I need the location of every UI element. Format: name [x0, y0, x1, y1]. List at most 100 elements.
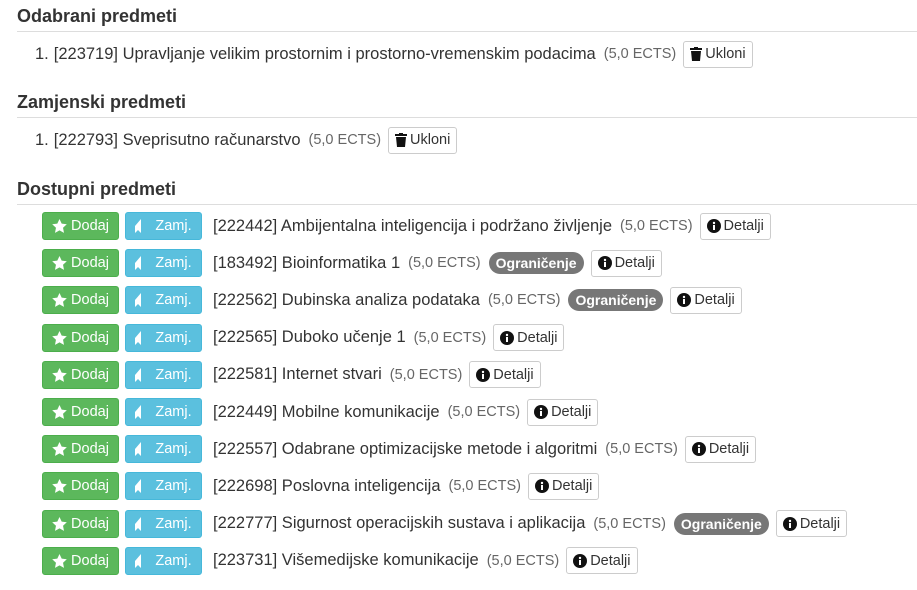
details-button-label: Detalji	[551, 404, 592, 420]
details-button-label: Detalji	[590, 552, 631, 569]
details-button[interactable]: Detalji	[528, 472, 600, 500]
swap-button-label: Zamj.	[155, 441, 192, 458]
add-button-label: Dodaj	[71, 515, 109, 532]
details-button[interactable]: Detalji	[684, 435, 757, 463]
swap-button[interactable]: Zamj.	[125, 509, 202, 538]
details-button-label: Detalji	[614, 255, 655, 272]
swap-button-label: Zamj.	[155, 404, 192, 420]
add-button[interactable]: Dodaj	[42, 398, 119, 426]
add-button[interactable]: Dodaj	[42, 323, 119, 352]
star-icon	[52, 442, 67, 457]
course-ects: (5,0 ECTS)	[603, 46, 677, 62]
details-button[interactable]: Detalji	[527, 398, 599, 426]
course-selection-page: Odabrani predmeti 1. [223719] Upravljanj…	[0, 0, 917, 590]
restriction-badge[interactable]: Ograničenje	[673, 512, 769, 535]
trash-icon	[395, 133, 408, 147]
details-button-label: Detalji	[723, 218, 764, 234]
swap-button[interactable]: Zamj.	[125, 286, 202, 315]
star-icon	[52, 516, 67, 531]
details-button-label: Detalji	[799, 515, 841, 532]
course-name: [222442] Ambijentalna inteligencija i po…	[213, 216, 613, 235]
available-course-row: Dodaj Zamj. [222777] Sigurnost operacijski…	[42, 509, 848, 538]
bookmark-icon	[135, 293, 142, 308]
add-button[interactable]: Dodaj	[42, 249, 119, 278]
available-course-row: Dodaj Zamj. [222581] Internet stvari (5,0 E…	[42, 360, 541, 389]
add-button[interactable]: Dodaj	[42, 509, 119, 538]
details-button[interactable]: Detalji	[566, 547, 638, 575]
bookmark-icon	[135, 516, 142, 531]
add-button[interactable]: Dodaj	[42, 546, 119, 575]
add-button[interactable]: Dodaj	[42, 212, 119, 240]
remove-button[interactable]: Ukloni	[683, 40, 753, 68]
course-ects: (5,0 ECTS)	[408, 255, 481, 272]
swap-button[interactable]: Zamj.	[125, 249, 202, 278]
add-button[interactable]: Dodaj	[42, 472, 119, 501]
swap-button-label: Zamj.	[155, 255, 192, 272]
available-course-row: Dodaj Zamj. [222449] Mobilne komunikacije (…	[42, 398, 599, 426]
available-course-row: Dodaj Zamj. [222557] Odabrane optimizacijs…	[42, 435, 757, 464]
details-button[interactable]: Detalji	[469, 361, 541, 389]
course-name: [222698] Poslovna inteligencija	[213, 476, 441, 495]
remove-button[interactable]: Ukloni	[388, 126, 458, 154]
details-button[interactable]: Detalji	[670, 286, 742, 314]
restriction-badge[interactable]: Ograničenje	[568, 289, 664, 312]
add-button[interactable]: Dodaj	[42, 286, 119, 315]
bookmark-icon	[135, 442, 142, 457]
star-icon	[52, 219, 67, 233]
trash-icon	[690, 47, 703, 61]
swap-button[interactable]: Zamj.	[125, 435, 202, 464]
add-button-label: Dodaj	[71, 478, 109, 495]
add-button[interactable]: Dodaj	[42, 435, 119, 464]
swap-button-label: Zamj.	[155, 329, 192, 346]
info-icon	[535, 479, 550, 494]
course-name: [222581] Internet stvari	[213, 365, 382, 384]
available-course-row: Dodaj Zamj. [222562] Dubinska analiza poda…	[42, 286, 742, 315]
swap-button-label: Zamj.	[155, 292, 192, 309]
star-icon	[52, 367, 67, 382]
available-course-row: Dodaj Zamj. [223731] Višemedijske komunika…	[42, 546, 638, 575]
add-button[interactable]: Dodaj	[42, 360, 119, 389]
star-icon	[52, 330, 67, 345]
list-number: 1.	[35, 44, 49, 63]
selected-course-row: 1. [223719] Upravljanje velikim prostorn…	[35, 40, 753, 68]
bookmark-icon	[135, 256, 142, 271]
star-icon	[52, 256, 67, 271]
swap-button[interactable]: Zamj.	[125, 360, 202, 389]
restriction-badge[interactable]: Ograničenje	[488, 252, 584, 275]
add-button-label: Dodaj	[71, 441, 109, 458]
selected-courses-title: Odabrani predmeti	[17, 6, 178, 26]
add-button-label: Dodaj	[71, 404, 109, 420]
available-courses-title: Dostupni predmeti	[17, 179, 177, 199]
bookmark-icon	[135, 405, 142, 419]
course-ects: (5,0 ECTS)	[605, 441, 678, 458]
info-icon	[691, 442, 706, 457]
available-course-row: Dodaj Zamj. [222698] Poslovna inteligencij…	[42, 472, 600, 501]
details-button[interactable]: Detalji	[775, 510, 848, 538]
bookmark-icon	[135, 219, 142, 233]
details-button[interactable]: Detalji	[590, 249, 662, 277]
course-ects: (5,0 ECTS)	[308, 132, 382, 148]
star-icon	[52, 293, 67, 308]
course-name: [222562] Dubinska analiza podataka	[213, 290, 480, 309]
course-ects: (5,0 ECTS)	[447, 404, 521, 420]
swap-button[interactable]: Zamj.	[125, 323, 202, 352]
info-icon	[476, 367, 491, 382]
bookmark-icon	[135, 367, 142, 382]
list-number: 1.	[35, 130, 49, 149]
swap-button[interactable]: Zamj.	[125, 472, 202, 501]
star-icon	[52, 553, 67, 568]
details-button[interactable]: Detalji	[493, 324, 565, 352]
replacement-course-row: 1. [222793] Sveprisutno računarstvo (5,0…	[35, 126, 458, 154]
info-icon	[597, 256, 612, 271]
details-button-label: Detalji	[708, 441, 750, 458]
info-icon	[573, 553, 588, 568]
course-ects: (5,0 ECTS)	[389, 366, 463, 383]
swap-button-label: Zamj.	[155, 478, 192, 495]
swap-button[interactable]: Zamj.	[125, 546, 202, 575]
swap-button[interactable]: Zamj.	[125, 212, 202, 240]
details-button[interactable]: Detalji	[699, 212, 771, 240]
available-course-row: Dodaj Zamj. [222442] Ambijentalna intelige…	[42, 212, 771, 240]
swap-button[interactable]: Zamj.	[125, 398, 202, 426]
bookmark-icon	[135, 479, 142, 494]
available-divider	[17, 204, 917, 205]
